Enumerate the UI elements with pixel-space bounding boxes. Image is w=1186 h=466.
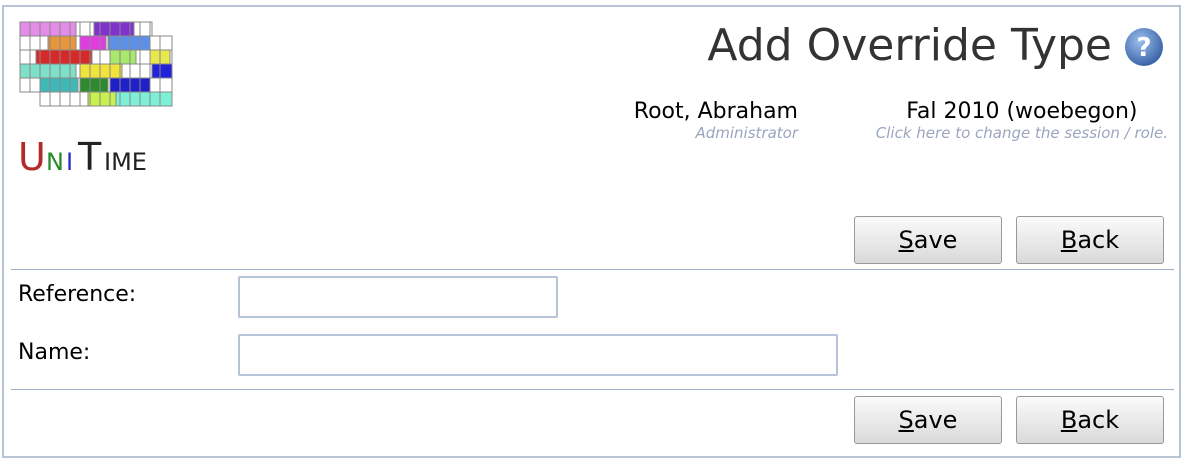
- user-name: Root, Abraham: [633, 99, 798, 124]
- page-frame: [2, 5, 1181, 458]
- back-label: ack: [1077, 226, 1120, 254]
- reference-label: Reference:: [18, 282, 137, 307]
- question-icon[interactable]: ?: [1123, 26, 1165, 68]
- name-label: Name:: [18, 340, 91, 365]
- save-button-top[interactable]: Save: [854, 216, 1002, 264]
- reference-input[interactable]: [238, 276, 558, 318]
- session-hint: Click here to change the session / role.: [875, 124, 1168, 142]
- back-button-bottom[interactable]: Back: [1016, 396, 1164, 444]
- back-accesskey: B: [1060, 406, 1078, 434]
- svg-text:?: ?: [1136, 33, 1151, 63]
- user-role: Administrator: [695, 124, 798, 142]
- divider-top: [11, 269, 1174, 270]
- user-info[interactable]: Root, Abraham Administrator: [634, 98, 798, 142]
- svg-text:U: U: [18, 135, 46, 179]
- save-accesskey: S: [898, 226, 914, 254]
- unitime-logo: U N I T IME: [18, 21, 173, 179]
- back-button-top[interactable]: Back: [1016, 216, 1164, 264]
- session-name: Fal 2010 (woebegon): [906, 99, 1138, 124]
- svg-text:N: N: [46, 148, 64, 176]
- svg-text:IME: IME: [104, 148, 147, 176]
- svg-text:T: T: [77, 135, 102, 179]
- name-input[interactable]: [238, 334, 838, 376]
- divider-bottom: [11, 389, 1174, 390]
- svg-text:I: I: [66, 148, 73, 176]
- session-info[interactable]: Fal 2010 (woebegon) Click here to change…: [876, 98, 1168, 142]
- save-label: ave: [913, 226, 958, 254]
- back-label: ack: [1077, 406, 1120, 434]
- save-accesskey: S: [898, 406, 914, 434]
- save-label: ave: [913, 406, 958, 434]
- save-button-bottom[interactable]: Save: [854, 396, 1002, 444]
- page-title: Add Override Type: [707, 20, 1112, 71]
- back-accesskey: B: [1060, 226, 1078, 254]
